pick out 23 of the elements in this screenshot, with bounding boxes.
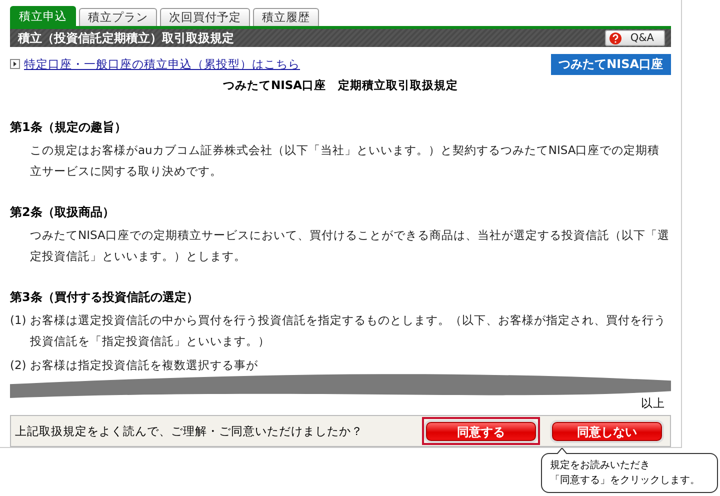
closing-text: 以上 — [640, 396, 666, 411]
consent-button[interactable]: 同意しない — [552, 422, 662, 441]
page-title: 積立（投資信託定期積立）取引取扱規定 — [18, 30, 234, 46]
clause-paragraph: (2) お客様は指定投資信託を複数選択する事が — [10, 357, 259, 374]
article-heading: 第1条（規定の趣旨） — [10, 119, 128, 136]
clause-paragraph: (1) お客様は選定投資信託の中から買付を行う投資信託を指定するものとします。（以下、お客様が指定され、買付を行う投資信託を「指定投資信託」といいます。） — [10, 312, 667, 350]
article-heading: 第2条（取扱商品） — [10, 204, 116, 221]
tab[interactable]: 次回買付予定 — [160, 8, 250, 26]
account-link[interactable]: 特定口座・一般口座の積立申込（累投型）はこちら — [24, 56, 300, 72]
document-title: つみたてNISA口座 定期積立取引取扱規定 — [222, 78, 460, 93]
tab[interactable]: 積立プラン — [79, 8, 157, 26]
clause-paragraph: つみたてNISA口座での定期積立サービスにおいて、買付けることができる商品は、当社が選定する投資信託（以下「選定投資信託」といいます。）とします。 — [29, 227, 670, 265]
tab[interactable]: 積立申込 — [10, 6, 76, 26]
clause-paragraph: この規定はお客様がauカブコム証券株式会社（以下「当社」といいます。）と契約するつみたてNISA口座での定期積立サービスに関する取り決めです。 — [29, 142, 661, 180]
qa-button[interactable]: Q&A — [605, 30, 665, 46]
account-badge: つみたてNISA口座 — [550, 54, 671, 74]
tab[interactable]: 積立履歴 — [253, 8, 319, 26]
callout-tail — [556, 448, 568, 454]
article-heading: 第3条（買付する投資信託の選定） — [10, 289, 200, 306]
confirm-question: 上記取扱規定をよく読んで、ご理解・ご同意いただけましたか？ — [15, 424, 363, 438]
callout: 規定をお読みいただき 「同意する」をクリックします。 — [541, 453, 718, 493]
help-icon — [609, 32, 622, 44]
consent-button[interactable]: 同意する — [426, 422, 536, 441]
